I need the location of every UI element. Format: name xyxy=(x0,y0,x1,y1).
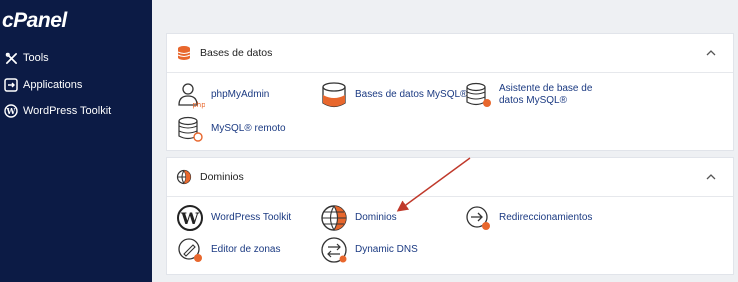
phpmyadmin-icon: php xyxy=(175,80,206,110)
domains-panel-title: Dominios xyxy=(200,171,244,183)
databases-panel: Bases de datos php phpMyAdmin Bases de d… xyxy=(166,33,734,151)
tools-icon xyxy=(4,51,18,65)
sidebar-item-applications[interactable]: Applications xyxy=(4,75,82,95)
main-content: Bases de datos php phpMyAdmin Bases de d… xyxy=(152,0,738,282)
globe-icon xyxy=(319,203,349,233)
mysql-database-icon xyxy=(319,80,349,110)
sidebar-item-tools[interactable]: Tools xyxy=(4,48,49,68)
zone-editor-item[interactable]: Editor de zonas xyxy=(175,235,281,265)
applications-icon xyxy=(4,78,18,92)
sidebar-item-wordpress-toolkit[interactable]: W WordPress Toolkit xyxy=(4,101,111,121)
mysql-wizard-item[interactable]: Asistente de base de datos MySQL® xyxy=(463,80,619,110)
domains-panel: Dominios W WordPress Toolkit Dominios Re… xyxy=(166,157,734,275)
chevron-up-icon[interactable] xyxy=(705,46,717,58)
sidebar-item-label: Applications xyxy=(23,79,83,91)
remote-database-icon xyxy=(175,114,205,144)
domains-item[interactable]: Dominios xyxy=(319,203,397,233)
wordpress-icon: W xyxy=(175,203,205,233)
domains-panel-header[interactable]: Dominios xyxy=(167,158,733,197)
dynamic-dns-label: Dynamic DNS xyxy=(355,244,418,255)
globe-icon xyxy=(176,169,192,185)
phpmyadmin-item[interactable]: php phpMyAdmin xyxy=(175,80,269,110)
svg-text:W: W xyxy=(6,106,17,116)
svg-text:php: php xyxy=(192,101,205,109)
redirects-label: Redireccionamientos xyxy=(499,212,593,223)
wordpress-icon: W xyxy=(4,104,18,118)
sidebar: cPanel Tools Applications W WordPress To… xyxy=(0,0,152,282)
svg-text:W: W xyxy=(180,209,200,228)
remote-mysql-label: MySQL® remoto xyxy=(211,123,286,134)
sidebar-item-label: Tools xyxy=(23,52,49,64)
cpanel-logo[interactable]: cPanel xyxy=(2,9,67,33)
database-icon xyxy=(176,45,192,61)
dynamic-dns-icon xyxy=(319,235,349,265)
redirect-icon xyxy=(463,203,493,233)
domains-label: Dominios xyxy=(355,212,397,223)
databases-panel-header[interactable]: Bases de datos xyxy=(167,34,733,73)
remote-mysql-item[interactable]: MySQL® remoto xyxy=(175,114,286,144)
zone-editor-label: Editor de zonas xyxy=(211,244,281,255)
dynamic-dns-item[interactable]: Dynamic DNS xyxy=(319,235,418,265)
phpmyadmin-label: phpMyAdmin xyxy=(211,89,270,100)
mysql-databases-label: Bases de datos MySQL® xyxy=(355,89,468,100)
databases-panel-title: Bases de datos xyxy=(200,47,273,59)
wordpress-toolkit-label: WordPress Toolkit xyxy=(211,212,292,223)
mysql-databases-item[interactable]: Bases de datos MySQL® xyxy=(319,80,467,110)
database-wizard-icon xyxy=(463,80,493,110)
chevron-up-icon[interactable] xyxy=(705,170,717,182)
zone-editor-icon xyxy=(175,235,205,265)
redirects-item[interactable]: Redireccionamientos xyxy=(463,203,592,233)
mysql-wizard-label: Asistente de base de datos MySQL® xyxy=(499,83,593,106)
sidebar-item-label: WordPress Toolkit xyxy=(23,105,112,117)
wordpress-toolkit-item[interactable]: W WordPress Toolkit xyxy=(175,203,291,233)
